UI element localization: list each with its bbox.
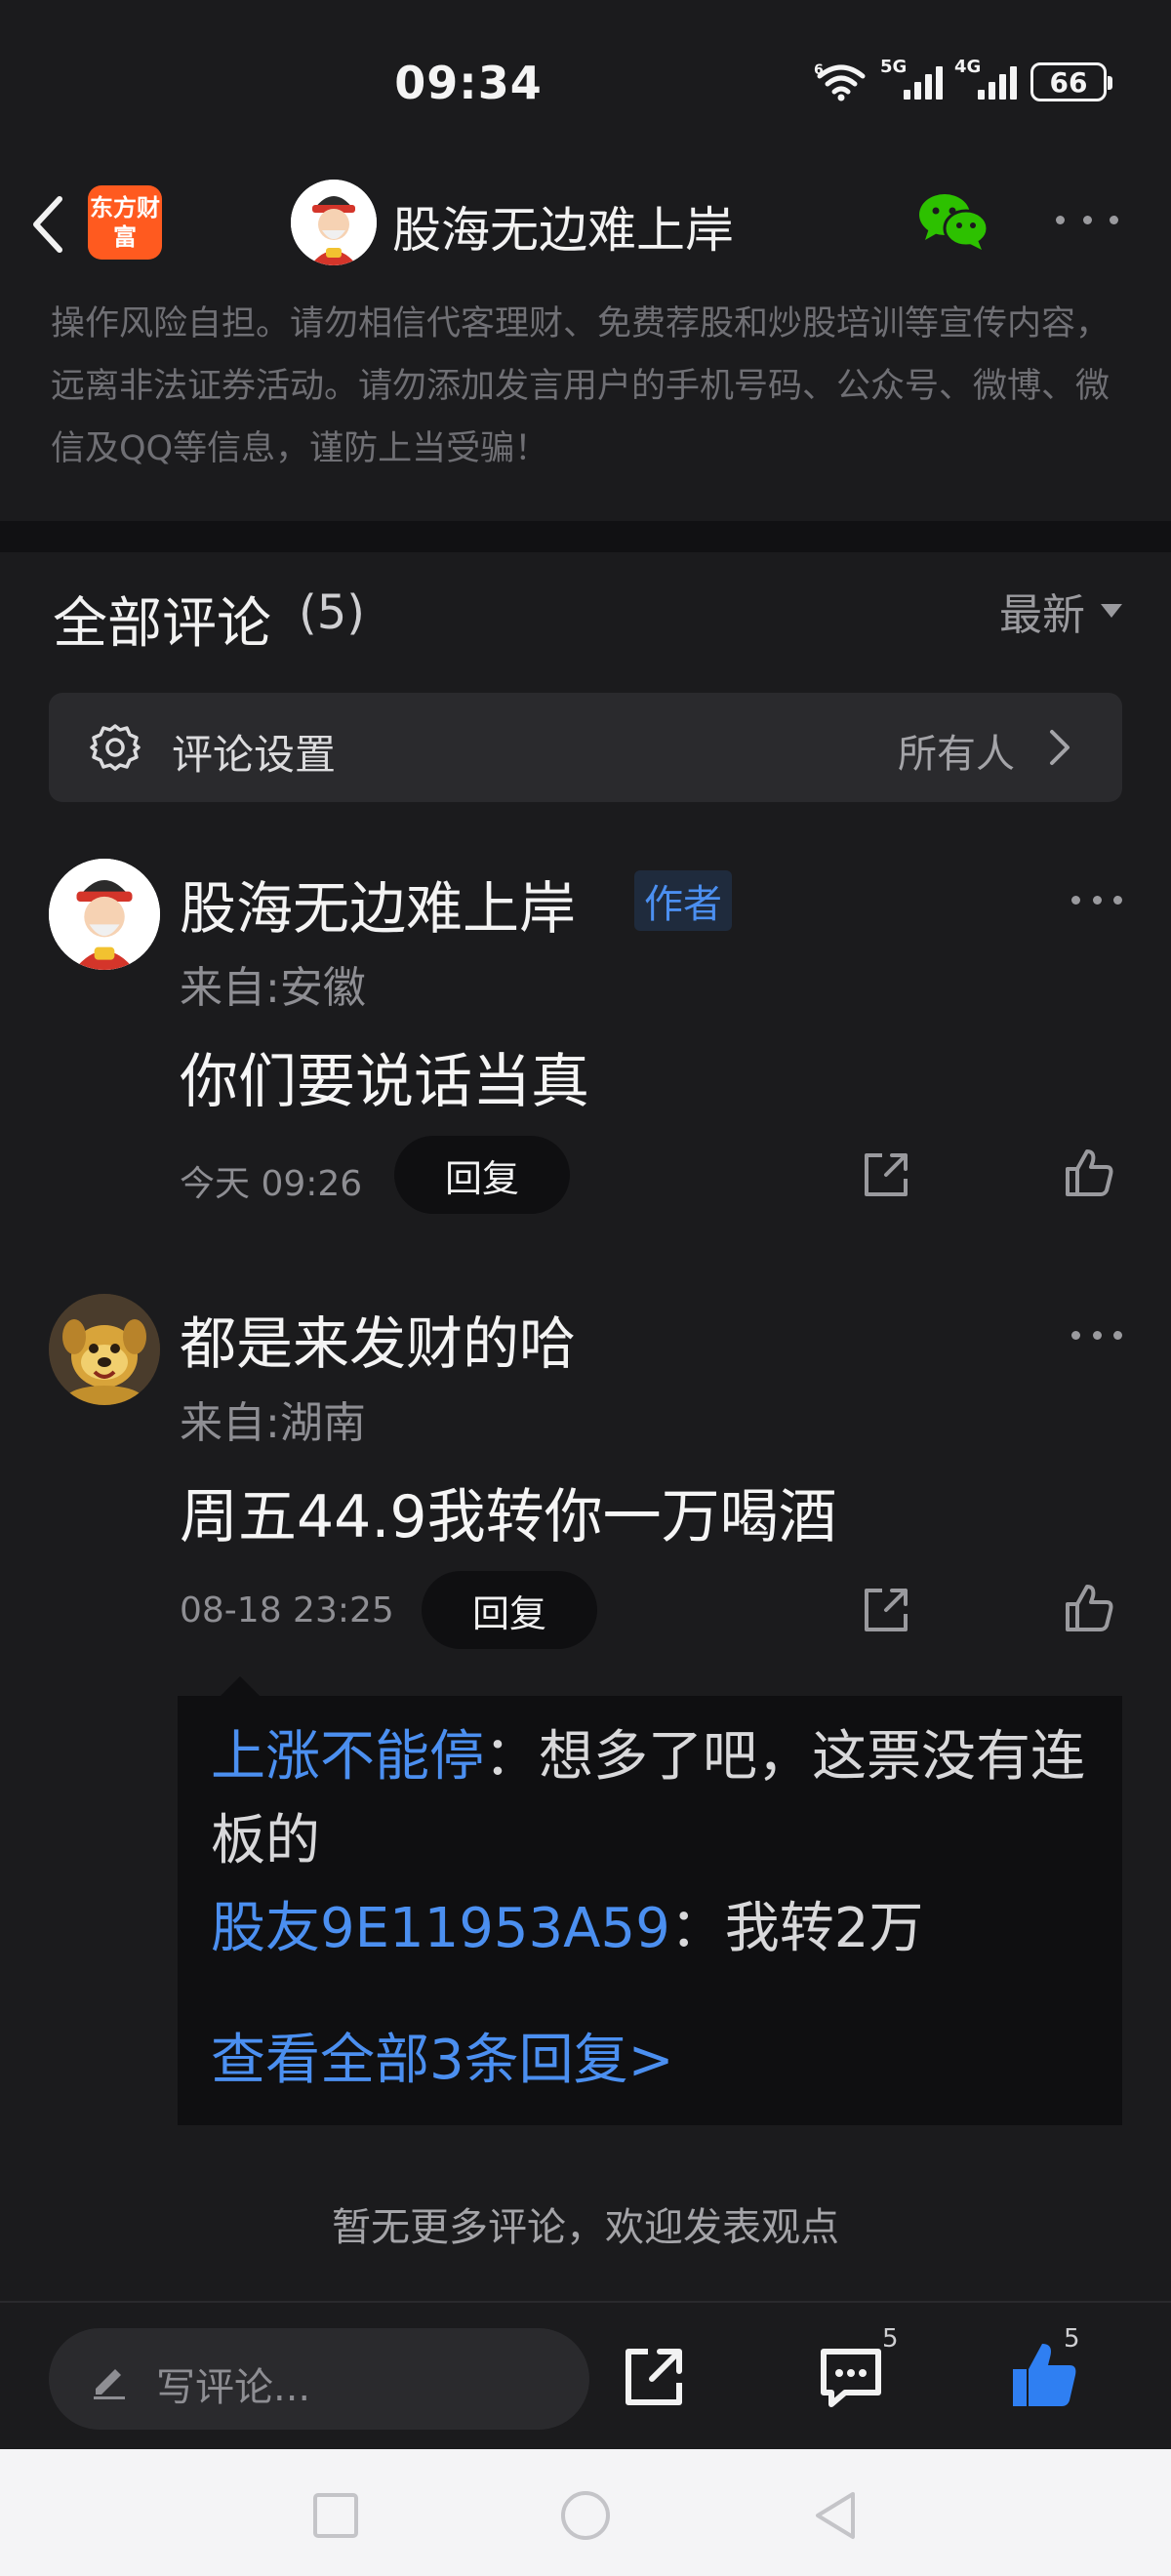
comment-settings-value: 所有人 <box>898 732 1015 777</box>
commenter-name[interactable]: 股海无边难上岸 <box>180 863 576 945</box>
comments-count: (5) <box>299 585 365 640</box>
back-triangle-icon[interactable] <box>806 2486 865 2545</box>
comment-more-button[interactable] <box>1071 892 1122 907</box>
reply-item[interactable]: 股友9E11953A59：我转2万 <box>211 1887 1093 1971</box>
author-avatar[interactable] <box>291 180 377 265</box>
top-app-bar: 东方财富 股海无边难上岸 <box>0 156 1171 293</box>
dot-icon <box>1092 895 1102 905</box>
app-logo[interactable]: 东方财富 <box>88 185 162 260</box>
comments-title: 全部评论 <box>53 592 271 656</box>
comment-text: 周五44.9我转你一万喝酒 <box>180 1483 837 1551</box>
comment-time: 08-18 23:25 <box>180 1590 394 1630</box>
god-of-wealth-avatar-icon <box>49 859 160 970</box>
more-options-button[interactable] <box>1056 205 1118 234</box>
status-bar: 09:34 6 5G 4G 66 <box>0 0 1171 156</box>
dot-icon <box>1110 215 1118 224</box>
sort-label: 最新 <box>999 590 1085 640</box>
dot-icon <box>1092 1330 1102 1340</box>
cell-signal-4g: 4G <box>954 57 1017 100</box>
back-button[interactable] <box>23 187 72 262</box>
comment-settings-label: 评论设置 <box>172 731 337 779</box>
reply-username[interactable]: 股友9E11953A59 <box>211 1897 670 1960</box>
cell-signal-5g: 5G <box>880 57 943 100</box>
dot-icon <box>1071 1330 1080 1340</box>
write-comment-input[interactable]: 写评论... <box>49 2328 589 2430</box>
author-badge: 作者 <box>634 870 732 931</box>
gear-icon <box>90 724 141 771</box>
comment-settings-row[interactable]: 评论设置 所有人 <box>49 693 1122 802</box>
comment-text: 你们要说话当真 <box>180 1048 589 1116</box>
commenter-name[interactable]: 都是来发财的哈 <box>180 1298 576 1380</box>
thumbs-up-icon[interactable] <box>1060 1579 1118 1637</box>
dot-icon <box>1082 215 1092 224</box>
commenter-location: 来自:安徽 <box>180 963 366 1013</box>
wechat-icon <box>919 194 989 250</box>
network-label-4g: 4G <box>954 57 982 77</box>
view-all-replies-link[interactable]: 查看全部3条回复> <box>211 2016 674 2095</box>
god-of-wealth-avatar-icon <box>291 180 377 265</box>
system-nav-bar <box>0 2449 1171 2576</box>
dot-icon <box>1113 1330 1122 1340</box>
comment-time: 今天 09:26 <box>180 1164 363 1204</box>
pencil-icon <box>94 2369 125 2399</box>
reply-text: ：我转2万 <box>669 1897 924 1960</box>
like-count-badge: 5 <box>1064 2324 1080 2354</box>
golden-dog-avatar-icon <box>49 1294 160 1405</box>
commenter-location: 来自:湖南 <box>180 1398 366 1448</box>
network-label-5g: 5G <box>880 57 908 77</box>
dot-icon <box>1113 895 1122 905</box>
wifi-icon: 6 <box>814 62 866 101</box>
caret-down-icon <box>1101 604 1122 618</box>
wifi-label: 6 <box>814 62 824 78</box>
home-icon[interactable] <box>556 2486 615 2545</box>
thumbs-up-icon[interactable] <box>1060 1144 1118 1202</box>
dot-icon <box>1056 215 1065 224</box>
commenter-avatar[interactable] <box>49 1294 160 1405</box>
wechat-share-button[interactable] <box>917 191 989 252</box>
write-comment-placeholder: 写评论... <box>156 2365 311 2410</box>
status-time: 09:34 <box>394 57 543 109</box>
chevron-left-icon <box>33 196 62 253</box>
comment-more-button[interactable] <box>1071 1327 1122 1343</box>
section-divider <box>0 521 1171 552</box>
reply-button[interactable]: 回复 <box>394 1136 570 1214</box>
comments-button[interactable] <box>812 2338 890 2416</box>
share-button[interactable] <box>615 2338 693 2416</box>
status-icons: 6 5G 4G 66 <box>814 57 1112 101</box>
share-icon[interactable] <box>857 1146 915 1204</box>
dot-icon <box>1071 895 1080 905</box>
recent-apps-icon[interactable] <box>306 2486 365 2545</box>
reply-button[interactable]: 回复 <box>422 1571 597 1649</box>
share-icon[interactable] <box>857 1581 915 1639</box>
commenter-avatar[interactable] <box>49 859 160 970</box>
replies-panel: 上涨不能停：想多了吧，这票没有连板的 股友9E11953A59：我转2万 查看全… <box>178 1676 1122 2125</box>
reply-username[interactable]: 上涨不能停 <box>211 1725 484 1789</box>
battery-indicator: 66 <box>1030 62 1112 101</box>
page-title: 股海无边难上岸 <box>392 202 734 259</box>
chevron-right-icon <box>1050 730 1070 765</box>
reply-item[interactable]: 上涨不能停：想多了吧，这票没有连板的 <box>211 1715 1093 1883</box>
sort-dropdown[interactable]: 最新 <box>999 580 1122 642</box>
bottom-toolbar: 写评论... 5 5 <box>0 2301 1171 2449</box>
no-more-comments-note: 暂无更多评论，欢迎发表观点 <box>332 2205 839 2250</box>
comment-count-badge: 5 <box>882 2324 899 2354</box>
risk-notice: 操作风险自担。请勿相信代客理财、免费荐股和炒股培训等宣传内容，远离非法证券活动。… <box>51 304 1110 468</box>
